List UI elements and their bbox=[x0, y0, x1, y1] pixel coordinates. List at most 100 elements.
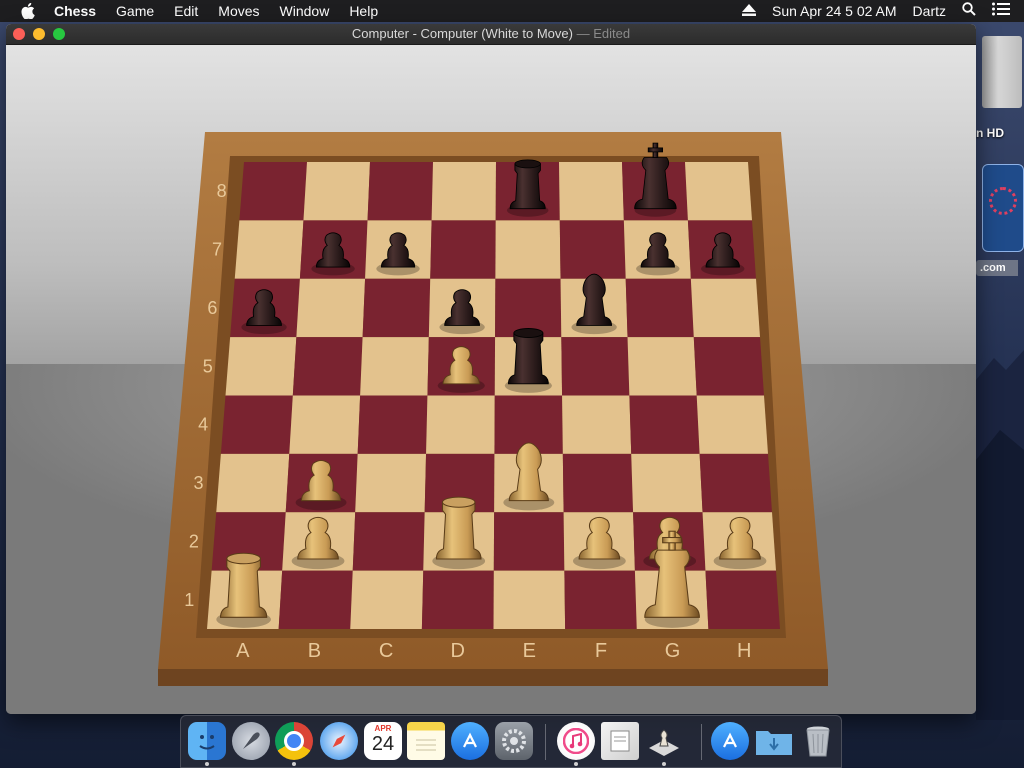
square-h5[interactable] bbox=[693, 337, 764, 396]
square-c1[interactable] bbox=[350, 570, 424, 629]
menu-help[interactable]: Help bbox=[339, 0, 388, 22]
square-c8[interactable] bbox=[367, 162, 433, 221]
menu-user[interactable]: Dartz bbox=[905, 0, 954, 22]
square-c3[interactable] bbox=[355, 453, 427, 513]
square-g5[interactable] bbox=[627, 337, 697, 396]
square-h3[interactable] bbox=[699, 453, 772, 513]
square-b6[interactable] bbox=[296, 278, 366, 338]
square-d4[interactable] bbox=[426, 395, 495, 454]
square-c5[interactable] bbox=[360, 337, 429, 396]
calendar-icon[interactable]: APR 24 bbox=[364, 722, 402, 760]
square-g3[interactable] bbox=[631, 453, 703, 513]
square-c2[interactable] bbox=[352, 512, 425, 571]
safari-icon[interactable] bbox=[320, 722, 358, 760]
rank-label-5: 5 bbox=[203, 356, 213, 376]
square-b4[interactable] bbox=[289, 395, 361, 454]
file-label-e: E bbox=[523, 640, 536, 662]
window-titlebar[interactable]: Computer - Computer (White to Move) — Ed… bbox=[6, 24, 976, 45]
chess-window: 1 2 3 4 5 6 7 8 A B C D E F G H Computer - Computer (Wh… bbox=[6, 24, 976, 714]
square-a8[interactable] bbox=[239, 162, 307, 221]
square-h4[interactable] bbox=[696, 395, 768, 454]
dock-running-indicator bbox=[574, 762, 578, 766]
square-b5[interactable] bbox=[292, 337, 363, 396]
chrome-icon[interactable] bbox=[275, 722, 313, 760]
square-e7[interactable] bbox=[495, 220, 561, 279]
desktop-wallpaper-mountain bbox=[976, 350, 1024, 720]
dock: APR 24 bbox=[180, 715, 842, 768]
dock-separator bbox=[545, 724, 546, 760]
dock-separator-2 bbox=[701, 724, 702, 760]
desktop-url-label[interactable]: .com bbox=[976, 260, 1018, 276]
menu-moves[interactable]: Moves bbox=[208, 0, 269, 22]
square-h8[interactable] bbox=[685, 162, 752, 221]
file-label-d: D bbox=[450, 640, 464, 662]
menu-window[interactable]: Window bbox=[270, 0, 340, 22]
chess-board[interactable]: 1 2 3 4 5 6 7 8 A B C D E F G H bbox=[6, 44, 976, 714]
itunes-icon[interactable] bbox=[557, 722, 595, 760]
square-f1[interactable] bbox=[564, 570, 637, 629]
file-label-c: C bbox=[379, 640, 393, 662]
file-label-a: A bbox=[236, 640, 250, 662]
square-d8[interactable] bbox=[431, 162, 496, 221]
preview-icon[interactable] bbox=[601, 722, 639, 760]
square-a4[interactable] bbox=[220, 395, 293, 454]
rank-label-4: 4 bbox=[198, 415, 208, 435]
square-e2[interactable] bbox=[493, 512, 565, 571]
rank-label-7: 7 bbox=[212, 240, 222, 260]
square-a3[interactable] bbox=[216, 453, 290, 513]
menu-chess[interactable]: Chess bbox=[54, 0, 106, 22]
square-h6[interactable] bbox=[690, 278, 760, 338]
menu-game[interactable]: Game bbox=[106, 0, 164, 22]
window-title-edited: — Edited bbox=[576, 26, 631, 41]
calendar-month: APR bbox=[374, 724, 392, 733]
menu-bar-extras: Sun Apr 24 5 02 AM Dartz bbox=[734, 0, 1024, 22]
window-title: Computer - Computer (White to Move) — Ed… bbox=[6, 24, 976, 44]
square-d1[interactable] bbox=[421, 570, 494, 629]
app-store-icon[interactable] bbox=[451, 722, 489, 760]
spotlight-search-icon[interactable] bbox=[954, 0, 984, 22]
trash-icon[interactable] bbox=[799, 722, 837, 760]
eject-icon[interactable] bbox=[734, 0, 764, 22]
board-frame-side bbox=[158, 669, 828, 686]
square-f8[interactable] bbox=[559, 162, 624, 221]
square-b1[interactable] bbox=[278, 570, 353, 629]
square-f4[interactable] bbox=[562, 395, 632, 454]
file-label-h: H bbox=[737, 640, 751, 662]
square-e1[interactable] bbox=[493, 570, 566, 629]
square-c6[interactable] bbox=[362, 278, 431, 338]
square-g6[interactable] bbox=[625, 278, 694, 338]
menu-edit[interactable]: Edit bbox=[164, 0, 208, 22]
downloads-folder-icon[interactable] bbox=[755, 722, 793, 760]
notes-icon[interactable] bbox=[407, 722, 445, 760]
desktop-app-icon[interactable] bbox=[982, 164, 1024, 252]
square-a7[interactable] bbox=[234, 220, 304, 279]
square-g4[interactable] bbox=[629, 395, 700, 454]
file-label-f: F bbox=[595, 640, 607, 662]
square-a5[interactable] bbox=[225, 337, 297, 396]
square-c4[interactable] bbox=[357, 395, 428, 454]
notification-center-icon[interactable] bbox=[984, 0, 1024, 22]
square-f3[interactable] bbox=[562, 453, 634, 513]
app-store-icon-2[interactable] bbox=[711, 722, 749, 760]
rank-label-6: 6 bbox=[207, 298, 217, 318]
rank-label-3: 3 bbox=[194, 473, 204, 493]
finder-icon[interactable] bbox=[188, 722, 226, 760]
calendar-day: 24 bbox=[371, 733, 395, 755]
square-b8[interactable] bbox=[303, 162, 370, 221]
file-label-b: B bbox=[308, 640, 321, 662]
dock-running-indicator bbox=[662, 762, 666, 766]
chess-icon[interactable] bbox=[645, 722, 683, 760]
hard-disk-icon[interactable] bbox=[982, 36, 1022, 108]
square-f5[interactable] bbox=[561, 337, 630, 396]
menu-clock[interactable]: Sun Apr 24 5 02 AM bbox=[764, 0, 905, 22]
dock-running-indicator bbox=[205, 762, 209, 766]
rank-label-1: 1 bbox=[184, 590, 194, 610]
square-d7[interactable] bbox=[430, 220, 496, 279]
square-h1[interactable] bbox=[705, 570, 780, 629]
launchpad-icon[interactable] bbox=[232, 722, 270, 760]
hard-disk-label[interactable]: n HD bbox=[976, 126, 1024, 140]
apple-menu-icon[interactable] bbox=[18, 0, 38, 22]
system-preferences-icon[interactable] bbox=[495, 722, 533, 760]
square-f7[interactable] bbox=[559, 220, 626, 279]
dock-running-indicator bbox=[292, 762, 296, 766]
